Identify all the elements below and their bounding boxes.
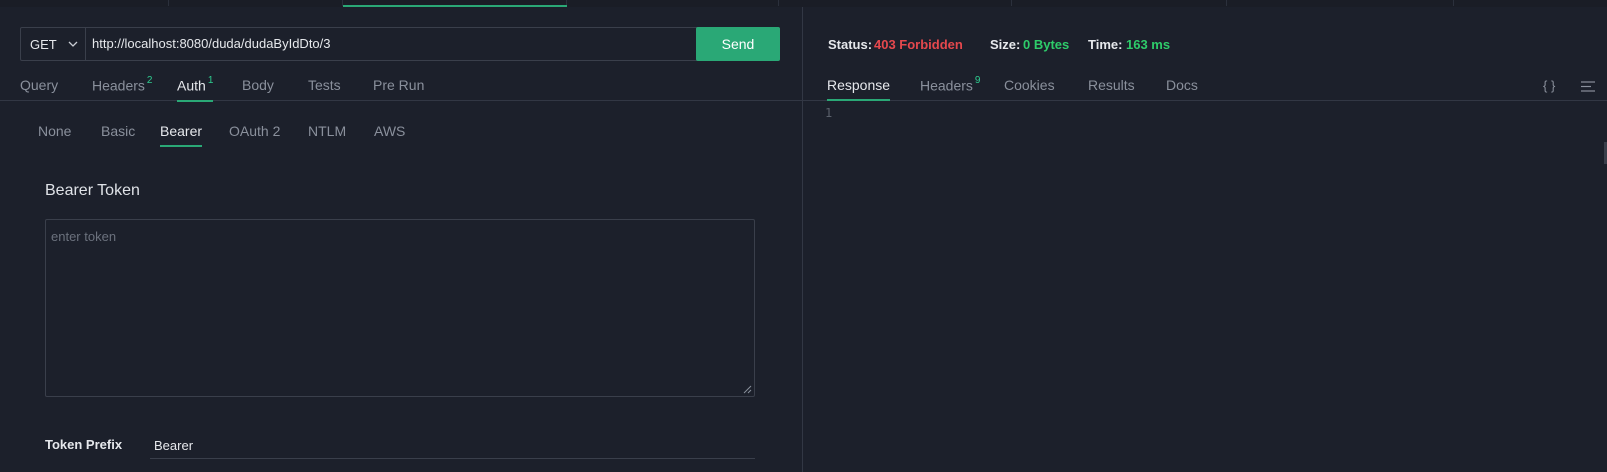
tab-body[interactable]: Body <box>242 77 274 99</box>
method-select[interactable]: GET <box>21 28 86 60</box>
auth-tab-none[interactable]: None <box>38 123 71 145</box>
tab-tests[interactable]: Tests <box>308 77 341 99</box>
tab-label: Cookies <box>1004 77 1055 93</box>
section-title: Bearer Token <box>45 182 140 199</box>
top-tab[interactable] <box>567 0 779 6</box>
tab-response-headers[interactable]: Headers 9 <box>920 75 981 100</box>
status-value: 403 Forbidden <box>874 37 963 52</box>
top-tab-strip <box>0 0 1607 7</box>
line-number: 1 <box>825 106 833 120</box>
tab-headers[interactable]: Headers 2 <box>92 75 153 100</box>
token-prefix-underline <box>150 458 755 459</box>
top-tab[interactable] <box>1012 0 1227 6</box>
auth-type-tabs: None Basic Bearer OAuth 2 NTLM AWS <box>0 123 802 153</box>
tab-pre-run[interactable]: Pre Run <box>373 77 424 99</box>
auth-tab-bearer[interactable]: Bearer <box>160 123 203 147</box>
tab-label: Query <box>20 77 59 93</box>
time-label: Time: <box>1088 37 1123 52</box>
chevron-down-icon <box>68 41 78 47</box>
resize-grip-icon[interactable] <box>743 385 752 394</box>
send-button[interactable]: Send <box>696 27 780 61</box>
tab-auth[interactable]: Auth 1 <box>177 75 214 102</box>
tab-label: Pre Run <box>373 77 425 93</box>
tab-label: Headers <box>92 77 145 94</box>
response-tabs: Response Headers 9 Cookies Results Docs {… <box>803 69 1607 101</box>
url-input[interactable]: http://localhost:8080/duda/dudaByIdDto/3 <box>92 28 331 60</box>
tab-results[interactable]: Results <box>1088 77 1135 99</box>
auth-tab-oauth2[interactable]: OAuth 2 <box>229 123 280 145</box>
tab-badge: 1 <box>207 75 214 86</box>
tab-badge: 2 <box>146 75 153 86</box>
tab-label: Auth <box>177 77 206 94</box>
tab-docs[interactable]: Docs <box>1166 77 1198 99</box>
top-tab[interactable] <box>1227 0 1454 6</box>
tab-label: Body <box>242 77 274 93</box>
auth-tab-basic[interactable]: Basic <box>101 123 135 145</box>
tab-label: Tests <box>308 77 341 93</box>
token-input[interactable]: enter token <box>45 219 755 397</box>
format-json-button[interactable]: { } <box>1543 78 1555 93</box>
menu-lines-icon[interactable] <box>1581 81 1595 92</box>
tab-label: Results <box>1088 77 1135 93</box>
tab-label: Docs <box>1166 77 1198 93</box>
token-placeholder: enter token <box>51 229 117 244</box>
top-tab[interactable] <box>0 0 169 6</box>
time-value: 163 ms <box>1126 37 1171 52</box>
token-prefix-label: Token Prefix <box>45 437 123 452</box>
request-panel: GET http://localhost:8080/duda/dudaByIdD… <box>0 7 802 472</box>
method-label: GET <box>30 36 57 52</box>
tab-label: Headers <box>920 77 973 94</box>
tab-badge: 9 <box>974 75 981 86</box>
size-value: 0 Bytes <box>1023 37 1070 52</box>
request-tabs: Query Headers 2 Auth 1 Body Tests Pre Run <box>0 69 802 102</box>
token-prefix-input[interactable]: Bearer <box>154 438 193 453</box>
size-label: Size: <box>990 37 1021 52</box>
top-tab[interactable] <box>169 0 343 6</box>
url-bar: GET http://localhost:8080/duda/dudaByIdD… <box>20 27 780 61</box>
auth-tab-aws[interactable]: AWS <box>374 123 405 145</box>
response-panel: Status: 403 Forbidden Size: 0 Bytes Time… <box>803 7 1607 472</box>
tab-cookies[interactable]: Cookies <box>1004 77 1055 99</box>
auth-tab-ntlm[interactable]: NTLM <box>308 123 346 145</box>
tab-response[interactable]: Response <box>827 77 891 101</box>
tab-label: Response <box>827 77 891 93</box>
tab-query[interactable]: Query <box>20 77 58 99</box>
top-tab[interactable] <box>779 0 1012 6</box>
status-label: Status: <box>828 37 873 52</box>
